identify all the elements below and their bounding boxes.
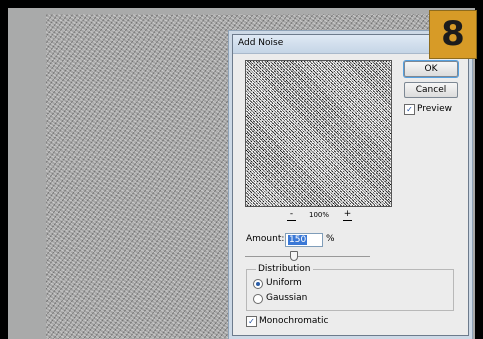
ok-button[interactable]: OK [404, 61, 458, 77]
zoom-level: 100% [309, 211, 330, 219]
monochromatic-label: Monochromatic [259, 316, 329, 326]
preview-image[interactable] [245, 60, 392, 207]
uniform-radio[interactable] [253, 279, 263, 289]
zoom-out-button[interactable]: - [287, 210, 296, 221]
gaussian-radio[interactable] [253, 294, 263, 304]
amount-input[interactable]: 150 [285, 233, 323, 247]
zoom-in-button[interactable]: + [343, 210, 352, 221]
cancel-button[interactable]: Cancel [404, 82, 458, 98]
gaussian-label: Gaussian [266, 293, 308, 303]
preview-checkbox[interactable]: ✓ [404, 104, 415, 115]
distribution-group: Distribution Uniform Gaussian [246, 264, 454, 311]
distribution-legend: Distribution [256, 264, 313, 274]
preview-label: Preview [417, 104, 453, 114]
amount-slider-thumb[interactable] [290, 251, 298, 261]
add-noise-dialog: Add Noise OK Cancel ✓ Preview - 100% + A… [232, 34, 469, 336]
uniform-label: Uniform [266, 278, 302, 288]
amount-value: 150 [288, 235, 308, 245]
amount-unit: % [326, 234, 335, 244]
amount-slider-track[interactable] [245, 256, 370, 257]
step-number-badge: 8 [429, 10, 477, 59]
amount-label: Amount: [246, 234, 285, 244]
dialog-title: Add Noise [238, 38, 284, 48]
monochromatic-checkbox[interactable]: ✓ [246, 316, 257, 327]
